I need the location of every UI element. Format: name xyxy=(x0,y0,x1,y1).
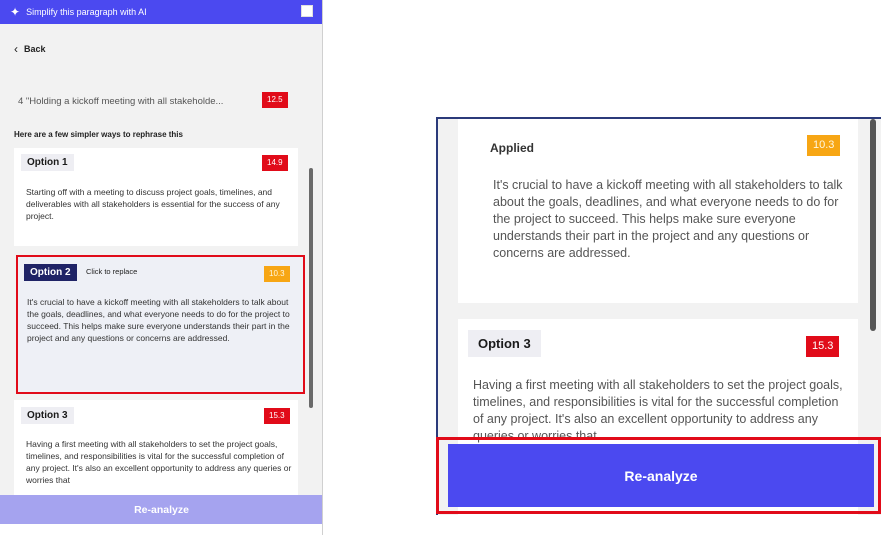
section-heading: Here are a few simpler ways to rephrase … xyxy=(14,130,183,139)
click-to-replace-hint: Click to replace xyxy=(86,267,138,276)
option-3-score-badge: 15.3 xyxy=(264,408,290,424)
panel-bottom xyxy=(0,524,322,535)
ai-simplify-panel: ✦ Simplify this paragraph with AI ‹ Back… xyxy=(0,0,323,535)
scrollbar[interactable] xyxy=(309,168,313,408)
original-paragraph[interactable]: 4 "Holding a kickoff meeting with all st… xyxy=(18,96,258,107)
zoom-option-3-score-badge: 15.3 xyxy=(806,336,840,357)
original-score-badge: 12.5 xyxy=(262,92,288,108)
option-3-label: Option 3 xyxy=(21,407,74,424)
reanalyze-button[interactable]: Re-analyze xyxy=(0,495,322,524)
option-2-score-badge: 10.3 xyxy=(264,266,290,282)
applied-text: It's crucial to have a kickoff meeting w… xyxy=(493,178,843,260)
zoom-reanalyze-button[interactable]: Re-analyze xyxy=(448,444,874,507)
sparkle-icon: ✦ xyxy=(10,5,21,19)
option-2-card[interactable]: Option 2 Click to replace 10.3 It's cruc… xyxy=(16,255,305,394)
option-1-card[interactable]: Option 1 14.9 Starting off with a meetin… xyxy=(14,148,298,246)
option-1-score-badge: 14.9 xyxy=(262,155,288,171)
option-3-card[interactable]: Option 3 15.3 Having a first meeting wit… xyxy=(14,400,298,500)
back-button[interactable]: ‹ Back xyxy=(14,43,46,55)
zoom-scrollbar[interactable] xyxy=(870,119,876,331)
zoom-option-3-label: Option 3 xyxy=(468,330,541,357)
zoom-option-3-text: Having a first meeting with all stakehol… xyxy=(473,378,843,443)
applied-score-badge: 10.3 xyxy=(807,135,841,156)
applied-label: Applied xyxy=(490,141,534,155)
panel-titlebar: ✦ Simplify this paragraph with AI xyxy=(0,0,322,24)
zoom-bottom xyxy=(436,515,881,535)
option-1-text: Starting off with a meeting to discuss p… xyxy=(26,187,280,221)
back-label: Back xyxy=(24,44,46,54)
chevron-left-icon: ‹ xyxy=(14,42,18,56)
option-2-label: Option 2 xyxy=(24,264,77,281)
window-control[interactable] xyxy=(301,5,313,17)
panel-title: Simplify this paragraph with AI xyxy=(26,7,147,17)
option-2-text: It's crucial to have a kickoff meeting w… xyxy=(27,297,290,343)
option-3-text: Having a first meeting with all stakehol… xyxy=(26,439,292,485)
option-1-label: Option 1 xyxy=(21,154,74,171)
applied-card: Applied 10.3 It's crucial to have a kick… xyxy=(458,119,858,303)
